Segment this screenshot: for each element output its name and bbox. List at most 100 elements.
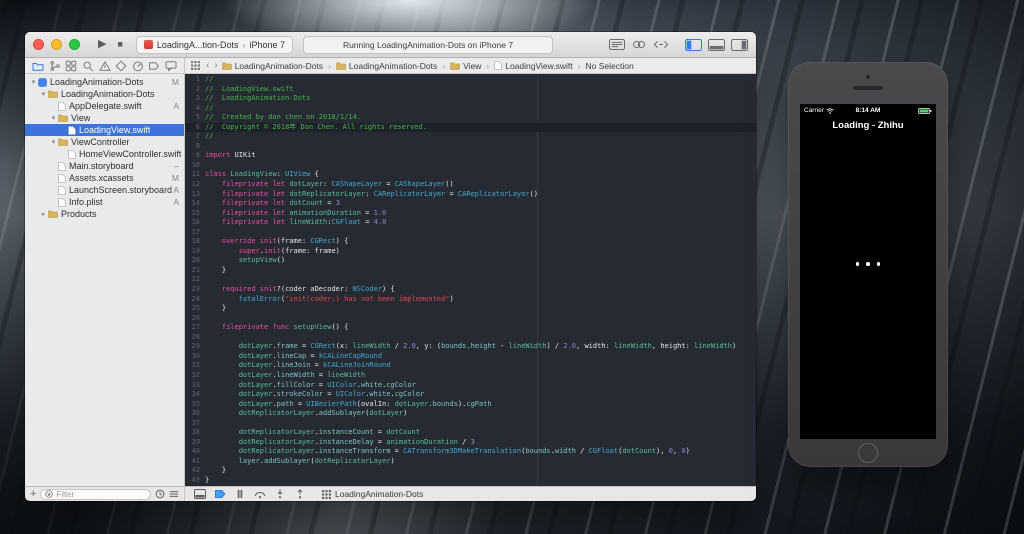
code-line[interactable]: 33 dotLayer.fillColor = UIColor.white.cg… <box>185 381 756 391</box>
report-navigator-tab[interactable] <box>165 60 177 72</box>
stop-button[interactable]: ■ <box>117 40 122 49</box>
code-line[interactable]: 15 fileprivate let animationDuration = 1… <box>185 209 756 219</box>
debug-target[interactable]: LoadingAnimation-Dots <box>322 489 423 499</box>
jump-bar-item[interactable]: View <box>450 61 481 71</box>
code-line[interactable]: 3 // LoadingAnimation-Dots <box>185 94 756 104</box>
code-line[interactable]: 21 } <box>185 266 756 276</box>
code-line[interactable]: 9 import UIKit <box>185 151 756 161</box>
disclosure-triangle[interactable]: ▾ <box>49 114 58 122</box>
code-line[interactable]: 16 fileprivate let lineWidth:CGFloat = 4… <box>185 218 756 228</box>
scheme-selector[interactable]: LoadingA...tion-Dots › iPhone 7 <box>135 35 293 54</box>
project-navigator-tab[interactable] <box>32 60 44 72</box>
jump-bar-item[interactable]: No Selection <box>585 61 633 71</box>
disclosure-triangle[interactable]: ▾ <box>29 78 38 86</box>
code-line[interactable]: 28 <box>185 333 756 343</box>
code-line[interactable]: 39 dotReplicatorLayer.instanceDelay = an… <box>185 438 756 448</box>
navigator-panel-button[interactable] <box>685 38 702 51</box>
assistant-editor-button[interactable] <box>631 39 647 50</box>
code-line[interactable]: 19 super.init(frame: frame) <box>185 247 756 257</box>
code-line[interactable]: 35 dotLayer.path = UIBezierPath(ovalIn: … <box>185 400 756 410</box>
code-line[interactable]: 14 fileprivate let dotCount = 3 <box>185 199 756 209</box>
code-line[interactable]: 23 required init?(coder aDecoder: NSCode… <box>185 285 756 295</box>
code-line[interactable]: 42 } <box>185 466 756 476</box>
minimize-button[interactable] <box>51 39 62 50</box>
code-line[interactable]: 11 class LoadingView: UIView { <box>185 170 756 180</box>
add-button[interactable]: + <box>30 488 36 500</box>
code-line[interactable]: 12 fileprivate let dotLayer: CAShapeLaye… <box>185 180 756 190</box>
file-tree-row[interactable]: AppDelegate.swift A <box>25 100 184 112</box>
code-line[interactable]: 26 <box>185 314 756 324</box>
code-line[interactable]: 32 dotLayer.lineWidth = lineWidth <box>185 371 756 381</box>
code-line[interactable]: 5 // Created by don chen on 2018/1/14. <box>185 113 756 123</box>
close-button[interactable] <box>33 39 44 50</box>
code-line[interactable]: 38 dotReplicatorLayer.instanceCount = do… <box>185 428 756 438</box>
breakpoint-navigator-tab[interactable] <box>148 60 160 72</box>
file-tree-row[interactable]: ▸ Products <box>25 208 184 220</box>
standard-editor-button[interactable] <box>609 39 625 50</box>
file-tree-row[interactable]: ▾ LoadingAnimation-Dots M <box>25 76 184 88</box>
home-button[interactable] <box>858 443 878 463</box>
step-over-button[interactable] <box>254 489 266 499</box>
file-tree-row[interactable]: HomeViewController.swift <box>25 148 184 160</box>
code-editor[interactable]: 1 // 2 // LoadingView.swift 3 // LoadingAnima… <box>185 74 756 486</box>
code-line[interactable]: 29 dotLayer.frame = CGRect(x: lineWidth … <box>185 342 756 352</box>
step-into-button[interactable] <box>274 489 286 499</box>
filter-field[interactable] <box>40 488 151 500</box>
code-line[interactable]: 10 <box>185 161 756 171</box>
code-line[interactable]: 43} <box>185 476 756 486</box>
xcode-titlebar[interactable]: ▶ ■ LoadingA...tion-Dots › iPhone 7 Runn… <box>25 32 756 58</box>
flattened-list-icon[interactable] <box>169 489 179 499</box>
hide-debug-area-button[interactable] <box>194 489 206 499</box>
inspector-panel-button[interactable] <box>731 38 748 51</box>
code-line[interactable]: 25 } <box>185 304 756 314</box>
simulator-screen[interactable]: Carrier 8:14 AM Loading - Zhihu <box>800 104 936 439</box>
file-tree-row[interactable]: LaunchScreen.storyboard A <box>25 184 184 196</box>
code-line[interactable]: 7 // <box>185 132 756 142</box>
issue-navigator-tab[interactable] <box>99 60 111 72</box>
jump-bar-item[interactable]: LoadingView.swift <box>494 61 573 71</box>
file-tree-row[interactable]: Assets.xcassets M <box>25 172 184 184</box>
code-line[interactable]: 6 // Copyright © 2018年 Don Chen. All righ… <box>185 122 756 133</box>
filter-input[interactable] <box>56 489 146 499</box>
code-line[interactable]: 27 fileprivate func setupView() { <box>185 323 756 333</box>
code-line[interactable]: 22 <box>185 275 756 285</box>
pause-button[interactable] <box>234 489 246 499</box>
symbol-navigator-tab[interactable] <box>65 60 77 72</box>
jump-bar-item[interactable]: LoadingAnimation-Dots <box>336 61 437 71</box>
file-tree-row[interactable]: Main.storyboard – <box>25 160 184 172</box>
debug-navigator-tab[interactable] <box>132 60 144 72</box>
debug-area-panel-button[interactable] <box>708 38 725 51</box>
code-line[interactable]: 37 <box>185 419 756 429</box>
file-tree-row[interactable]: ▾ LoadingAnimation-Dots <box>25 88 184 100</box>
find-navigator-tab[interactable] <box>82 60 94 72</box>
code-line[interactable]: 17 <box>185 228 756 238</box>
source-control-navigator-tab[interactable] <box>49 60 61 72</box>
code-line[interactable]: 40 dotReplicatorLayer.instanceTransform … <box>185 447 756 457</box>
test-navigator-tab[interactable] <box>115 60 127 72</box>
forward-button[interactable]: › <box>214 60 217 71</box>
disclosure-triangle[interactable]: ▾ <box>49 138 58 146</box>
code-line[interactable]: 4 // <box>185 104 756 114</box>
code-line[interactable]: 2 // LoadingView.swift <box>185 85 756 95</box>
disclosure-triangle[interactable]: ▾ <box>39 90 48 98</box>
zoom-button[interactable] <box>69 39 80 50</box>
code-line[interactable]: 1 // <box>185 75 756 85</box>
code-line[interactable]: 36 dotReplicatorLayer.addSublayer(dotLay… <box>185 409 756 419</box>
step-out-button[interactable] <box>294 489 306 499</box>
related-items-icon[interactable] <box>191 61 200 70</box>
breakpoints-button[interactable] <box>214 489 226 499</box>
code-line[interactable]: 20 setupView() <box>185 256 756 266</box>
file-tree-row[interactable]: Info.plist A <box>25 196 184 208</box>
disclosure-triangle[interactable]: ▸ <box>39 210 48 218</box>
code-line[interactable]: 24 fatalError("init(coder:) has not been… <box>185 295 756 305</box>
code-line[interactable]: 18 override init(frame: CGRect) { <box>185 237 756 247</box>
jump-bar-item[interactable]: LoadingAnimation-Dots <box>221 61 323 71</box>
file-tree-row[interactable]: LoadingView.swift <box>25 124 184 136</box>
code-line[interactable]: 31 dotLayer.lineJoin = kCALineJoinRound <box>185 361 756 371</box>
code-line[interactable]: 30 dotLayer.lineCap = kCALineCapRound <box>185 352 756 362</box>
file-tree-row[interactable]: ▾ View <box>25 112 184 124</box>
code-line[interactable]: 41 layer.addSublayer(dotReplicatorLayer) <box>185 457 756 467</box>
code-line[interactable]: 13 fileprivate let dotReplicatorLayer: C… <box>185 190 756 200</box>
code-line[interactable]: 34 dotLayer.strokeColor = UIColor.white.… <box>185 390 756 400</box>
recent-files-clock-icon[interactable] <box>155 489 165 499</box>
